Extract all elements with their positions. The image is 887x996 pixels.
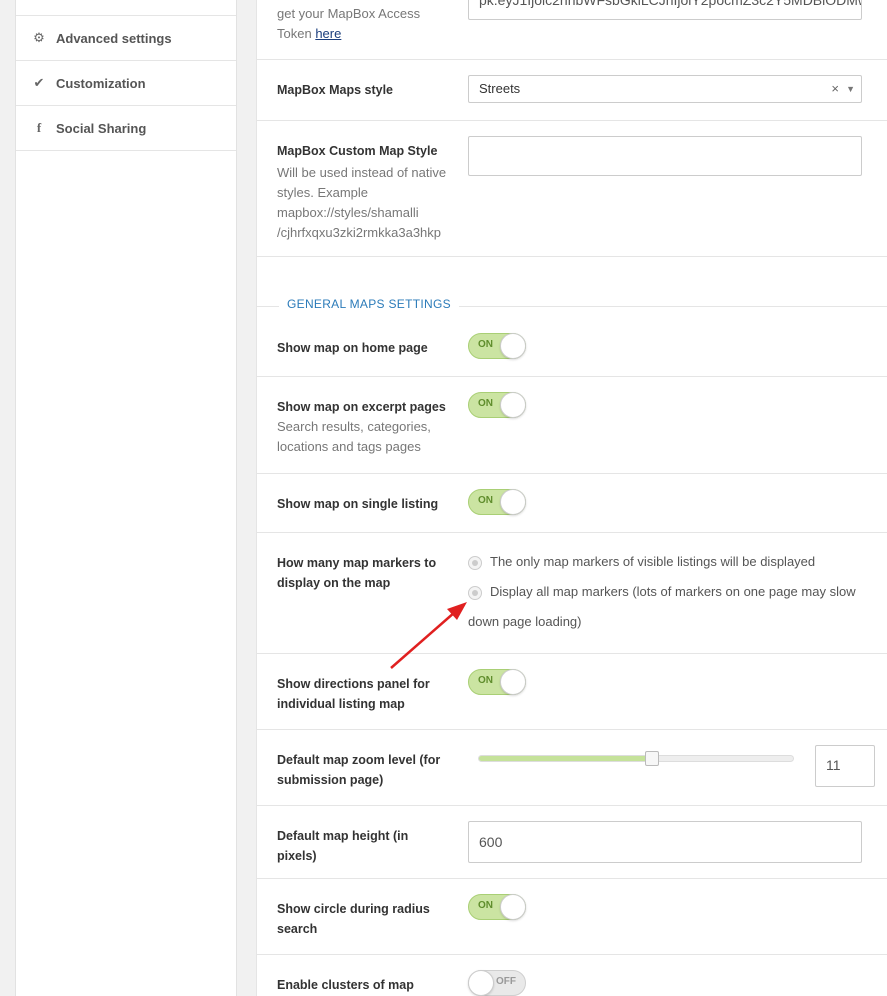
show-single-row: Show map on single listing ON [257,474,887,533]
show-excerpt-toggle[interactable]: ON [468,392,526,418]
show-home-row: Show map on home page ON [257,307,887,377]
custom-style-description: Will be used instead of native styles. E… [277,165,447,240]
show-excerpt-row: Show map on excerpt pages Search results… [257,377,887,474]
directions-label: Show directions panel for individual lis… [277,677,430,711]
sidebar-item-label: Customization [56,75,146,91]
zoom-row: Default map zoom level (for submission p… [257,730,887,806]
settings-panel: get your MapBox Access Token here pk.eyJ… [256,0,887,996]
radio-button[interactable] [468,555,482,570]
show-home-label: Show map on home page [277,341,428,355]
clear-icon[interactable]: × [831,76,839,102]
sidebar-item-label: Social Sharing [56,120,147,136]
chevron-down-icon[interactable]: ▼ [846,76,855,102]
map-height-row: Default map height (in pixels) 600 [257,806,887,879]
markers-option-all[interactable]: Display all map markers (lots of markers… [468,577,858,637]
access-token-input[interactable]: pk.eyJ1Ijoic2hhbWFsbGkiLCJhIjoiY2pocmZ3c… [468,0,862,20]
toggle-state: ON [478,495,493,506]
gear-icon: ⚙ [33,30,45,45]
show-excerpt-title: Show map on excerpt pages [277,400,446,414]
maps-style-row: MapBox Maps style Streets × ▼ [257,59,887,121]
markers-option-visible[interactable]: The only map markers of visible listings… [468,554,858,570]
sidebar-item-label: Advanced settings [56,30,172,46]
show-single-label: Show map on single listing [277,497,439,511]
zoom-label: Default map zoom level (for submission p… [277,753,441,787]
circle-row: Show circle during radius search ON [257,879,887,955]
zoom-value-input[interactable]: 11 [815,745,875,787]
sidebar-item-social-sharing[interactable]: f Social Sharing [16,106,236,151]
map-height-label: Default map height (in pixels) [277,829,409,863]
zoom-slider-fill [479,756,652,761]
toggle-knob [500,333,526,359]
markers-row: How many map markers to display on the m… [257,533,887,654]
maps-style-select[interactable]: Streets × ▼ [468,75,862,103]
toggle-state: ON [478,675,493,686]
circle-toggle[interactable]: ON [468,894,526,920]
markers-label: How many map markers to display on the m… [277,556,437,590]
radio-label: Display all map markers (lots of markers… [468,584,856,629]
clusters-label: Enable clusters of map [277,978,414,992]
toggle-state: ON [478,900,493,911]
access-token-link[interactable]: here [315,26,341,41]
toggle-knob [500,489,526,515]
toggle-knob [500,894,526,920]
clusters-row: Enable clusters of map OFF [257,955,887,996]
custom-style-input[interactable] [468,136,862,176]
directions-toggle[interactable]: ON [468,669,526,695]
sidebar-item-customization[interactable]: ✔ Customization [16,61,236,106]
toggle-state: OFF [496,976,516,987]
show-excerpt-description: Search results, categories, locations an… [277,419,431,454]
custom-style-title: MapBox Custom Map Style [277,144,438,158]
facebook-icon: f [36,120,42,135]
sidebar-top-edge [16,0,236,16]
show-home-toggle[interactable]: ON [468,333,526,359]
radio-button[interactable] [468,585,482,600]
toggle-knob [500,392,526,418]
directions-row: Show directions panel for individual lis… [257,654,887,730]
maps-style-value: Streets [479,81,521,96]
clusters-toggle[interactable]: OFF [468,970,526,996]
zoom-slider[interactable] [478,751,794,766]
circle-label: Show circle during radius search [277,902,430,936]
toggle-state: ON [478,339,493,350]
custom-style-row: MapBox Custom Map Style Will be used ins… [257,120,887,257]
show-excerpt-label: Show map on excerpt pages Search results… [277,397,447,457]
map-height-input[interactable]: 600 [468,821,862,863]
show-single-toggle[interactable]: ON [468,489,526,515]
access-token-description: get your MapBox Access Token here [277,6,421,41]
custom-style-label: MapBox Custom Map Style Will be used ins… [277,141,447,243]
sidebar-item-advanced-settings[interactable]: ⚙ Advanced settings [16,16,236,61]
checkmark-icon: ✔ [33,75,45,90]
radio-label: The only map markers of visible listings… [490,554,816,569]
toggle-knob [500,669,526,695]
maps-style-label: MapBox Maps style [277,83,394,97]
settings-sidebar: ⚙ Advanced settings ✔ Customization f So… [15,0,237,996]
toggle-state: ON [478,398,493,409]
access-token-row: get your MapBox Access Token here pk.eyJ… [257,0,887,60]
zoom-slider-handle[interactable] [644,751,659,766]
toggle-knob [468,970,494,996]
